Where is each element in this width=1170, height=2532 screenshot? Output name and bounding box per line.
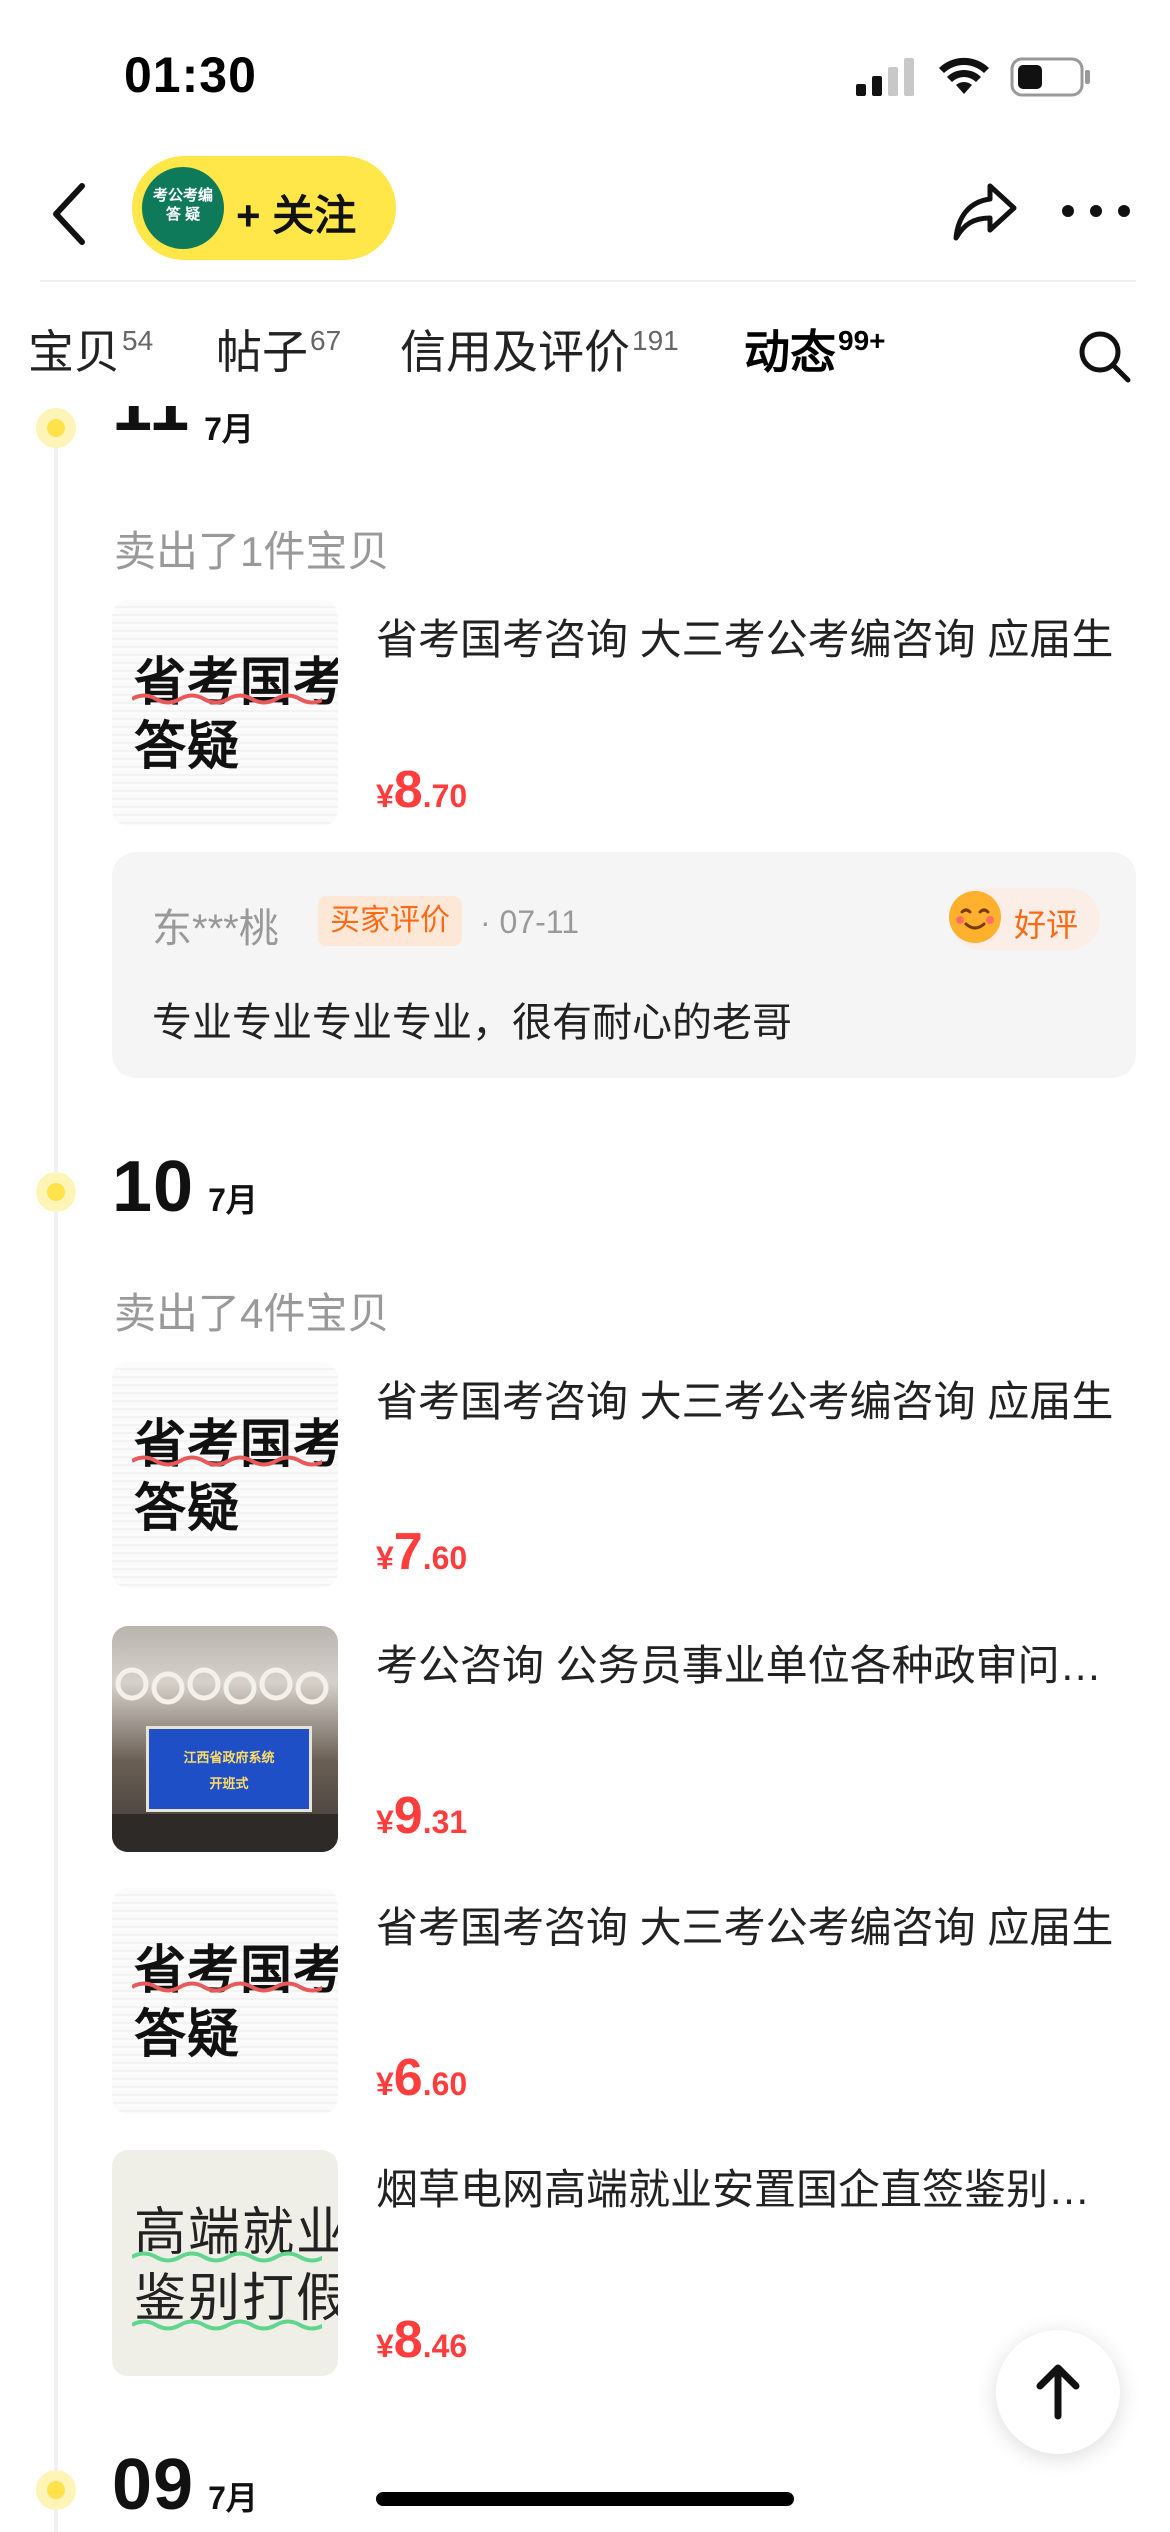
more-options-icon[interactable]	[1058, 186, 1134, 236]
tab-posts-count: 67	[310, 325, 342, 356]
projection-screen: 江西省政府系统 开班式	[146, 1726, 312, 1812]
wifi-icon	[939, 57, 989, 94]
positive-rating-badge: 好评	[949, 888, 1100, 950]
tab-credit-reviews[interactable]: 信用及评价191	[400, 316, 679, 382]
date-month: 7月	[208, 2480, 258, 2516]
date-day: 10	[112, 1147, 195, 1227]
price-integer: 8	[393, 761, 423, 819]
date-month: 7月	[208, 1182, 258, 1218]
tab-credit-reviews-count: 191	[632, 325, 679, 356]
product-price: ¥6.60	[376, 2048, 467, 2108]
product-price: ¥8.46	[376, 2310, 467, 2370]
timeline-line	[54, 408, 58, 2532]
home-indicator[interactable]	[376, 2492, 794, 2506]
screen-text-line2: 开班式	[209, 1776, 249, 1791]
price-currency: ¥	[376, 1540, 394, 1576]
price-currency: ¥	[376, 2066, 394, 2102]
date-month: 7月	[204, 411, 254, 447]
date-header: 11 7月	[112, 404, 254, 450]
price-currency: ¥	[376, 778, 394, 814]
date-header: 09 7月	[112, 2444, 258, 2526]
timeline-dot	[36, 1172, 76, 1212]
product-title[interactable]: 省考国考咨询 大三考公考编咨询 应届生	[376, 1894, 1126, 1955]
tab-credit-reviews-label: 信用及评价	[400, 326, 630, 378]
arrow-up-icon	[1036, 2364, 1080, 2420]
cellular-signal-icon	[856, 58, 914, 96]
decorative-wave	[132, 2319, 322, 2331]
price-decimal: .60	[422, 2066, 468, 2102]
follow-label: + 关注	[236, 192, 357, 239]
battery-icon	[1010, 57, 1090, 97]
price-decimal: .70	[422, 778, 468, 814]
product-price: ¥9.31	[376, 1786, 467, 1846]
sold-summary: 卖出了1件宝贝	[114, 528, 390, 575]
product-title[interactable]: 烟草电网高端就业安置国企直签鉴别打假	[376, 2156, 1126, 2217]
review-text: 专业专业专业专业，很有耐心的老哥	[152, 1001, 792, 1045]
timeline-dot	[36, 408, 76, 448]
timeline-dot	[36, 2470, 76, 2510]
product-item[interactable]: 高端就业 鉴别打假 烟草电网高端就业安置国企直签鉴别打假 ¥8.46	[112, 2150, 1126, 2380]
product-price: ¥7.60	[376, 1522, 467, 1582]
chandelier-decoration	[115, 1667, 329, 1705]
price-integer: 6	[393, 2049, 423, 2107]
avatar-text-line2: 答 疑	[165, 206, 201, 223]
tab-items[interactable]: 宝贝54	[28, 316, 153, 382]
thumbnail-text-line2: 答疑	[134, 718, 241, 776]
product-item[interactable]: 省考国考 答疑 省考国考咨询 大三考公考编咨询 应届生 ¥8.70	[112, 600, 1122, 830]
price-integer: 9	[393, 1787, 423, 1845]
date-day: 11	[112, 406, 191, 446]
date-header: 10 7月	[112, 1146, 258, 1228]
product-title[interactable]: 省考国考咨询 大三考公考编咨询 应届生	[376, 1368, 1126, 1429]
buyer-review-card[interactable]: 东***桃 买家评价 · 07-11 好评 专业专业专业专业，很有耐心的老哥	[112, 852, 1136, 1078]
shop-header: 考公考编 答 疑 + 关注	[0, 150, 1170, 280]
status-time: 01:30	[124, 47, 257, 103]
back-arrow-icon[interactable]	[42, 174, 98, 254]
audience	[112, 1814, 338, 1852]
tab-posts-label: 帖子	[216, 326, 308, 378]
share-icon[interactable]	[950, 176, 1020, 246]
tab-bar: 宝贝54 帖子67 信用及评价191 动态99+	[0, 282, 1170, 408]
product-thumbnail[interactable]: 省考国考 答疑	[112, 600, 338, 826]
product-price: ¥8.70	[376, 760, 467, 820]
product-thumbnail[interactable]: 省考国考 答疑	[112, 1362, 338, 1588]
tab-items-label: 宝贝	[28, 326, 120, 378]
thumbnail-text-line2: 答疑	[134, 2006, 241, 2064]
price-currency: ¥	[376, 2328, 394, 2364]
price-integer: 7	[393, 1523, 423, 1581]
shop-avatar[interactable]: 考公考编 答 疑	[142, 167, 224, 249]
price-currency: ¥	[376, 1804, 394, 1840]
product-item[interactable]: 江西省政府系统 开班式 考公咨询 公务员事业单位各种政审问题咨询 ¥9.31	[112, 1626, 1126, 1856]
product-thumbnail-photo[interactable]: 江西省政府系统 开班式	[112, 1626, 338, 1852]
product-item[interactable]: 省考国考 答疑 省考国考咨询 大三考公考编咨询 应届生 ¥6.60	[112, 1888, 1122, 2118]
price-integer: 8	[393, 2311, 423, 2369]
review-type-badge: 买家评价	[318, 896, 462, 946]
rating-label: 好评	[1014, 907, 1079, 943]
tab-posts[interactable]: 帖子67	[216, 316, 341, 382]
tab-items-count: 54	[122, 325, 154, 356]
search-icon[interactable]	[1074, 326, 1134, 386]
price-decimal: .31	[422, 1804, 468, 1840]
tab-activity[interactable]: 动态99+	[744, 316, 886, 382]
product-thumbnail[interactable]: 省考国考 答疑	[112, 1888, 338, 2114]
tab-activity-count: 99+	[838, 325, 886, 356]
smiley-face-icon	[949, 891, 1001, 943]
date-day: 09	[112, 2445, 195, 2525]
screen-text-line1: 江西省政府系统	[183, 1750, 275, 1765]
follow-button[interactable]: 考公考编 答 疑 + 关注	[132, 156, 396, 260]
product-thumbnail[interactable]: 高端就业 鉴别打假	[112, 2150, 338, 2376]
avatar-text-line1: 考公考编	[152, 187, 213, 204]
sold-summary: 卖出了4件宝贝	[114, 1290, 390, 1337]
back-to-top-button[interactable]	[996, 2330, 1120, 2454]
tab-activity-label: 动态	[744, 326, 836, 378]
status-bar: 01:30	[0, 0, 1170, 150]
price-decimal: .60	[422, 1540, 468, 1576]
reviewer-name: 东***桃	[152, 907, 279, 951]
product-title[interactable]: 省考国考咨询 大三考公考编咨询 应届生	[376, 606, 1126, 667]
product-item[interactable]: 省考国考 答疑 省考国考咨询 大三考公考编咨询 应届生 ¥7.60	[112, 1362, 1122, 1592]
review-date: · 07-11	[480, 904, 580, 940]
product-title[interactable]: 考公咨询 公务员事业单位各种政审问题咨询	[376, 1632, 1126, 1693]
thumbnail-text-line2: 答疑	[134, 1480, 241, 1538]
price-decimal: .46	[422, 2328, 468, 2364]
